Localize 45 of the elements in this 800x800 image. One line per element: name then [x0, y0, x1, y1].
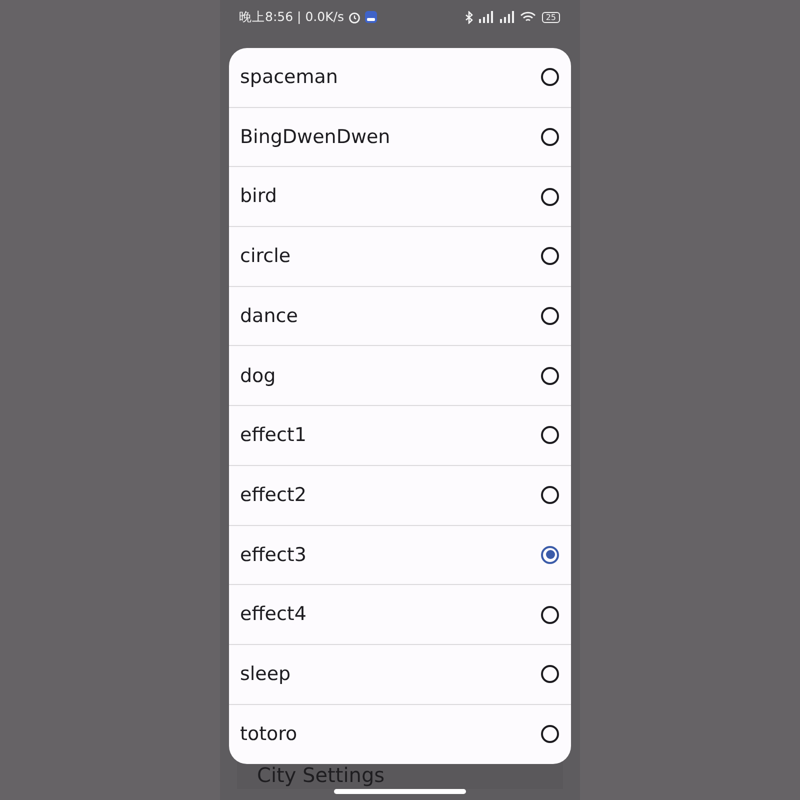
radio-button[interactable] — [541, 546, 559, 564]
option-label: dog — [240, 364, 276, 389]
radio-button[interactable] — [541, 188, 559, 206]
option-row[interactable]: effect3 — [229, 526, 571, 586]
radio-button[interactable] — [541, 247, 559, 266]
option-label: dance — [240, 304, 298, 329]
option-label: effect1 — [240, 423, 306, 448]
card-title: City Settings — [257, 763, 385, 787]
option-row[interactable]: dance — [229, 286, 571, 346]
battery-indicator: 25 — [542, 12, 560, 22]
status-time: 晚上8:56 | 0.0K/s — [239, 8, 344, 26]
option-row[interactable]: spaceman — [229, 48, 571, 108]
signal-icon — [478, 11, 495, 23]
option-row[interactable]: BingDwenDwen — [229, 108, 571, 168]
alarm-icon — [348, 10, 362, 24]
radio-button[interactable] — [541, 665, 559, 684]
radio-button[interactable] — [541, 307, 559, 326]
option-label: bird — [240, 184, 277, 210]
radio-button[interactable] — [541, 725, 559, 744]
radio-button[interactable] — [541, 366, 559, 385]
option-label: BingDwenDwen — [240, 124, 390, 150]
option-row[interactable]: dog — [229, 346, 571, 406]
radio-button[interactable] — [541, 426, 559, 444]
radio-button[interactable] — [541, 606, 559, 624]
option-label: circle — [240, 244, 291, 270]
option-row[interactable]: totoro — [229, 704, 571, 764]
option-label: effect4 — [240, 602, 306, 628]
radio-button[interactable] — [541, 128, 559, 146]
wifi-icon — [520, 11, 536, 23]
radio-button[interactable] — [541, 68, 559, 86]
option-row[interactable]: effect1 — [229, 406, 571, 466]
option-row[interactable]: sleep — [229, 644, 571, 705]
signal-icon — [498, 11, 516, 23]
option-label: spaceman — [240, 65, 338, 90]
app-icon — [365, 11, 378, 23]
bluetooth-icon — [464, 10, 474, 24]
option-label: effect3 — [240, 542, 306, 568]
option-label: sleep — [240, 662, 291, 687]
radio-button[interactable] — [541, 486, 559, 504]
option-row[interactable]: bird — [229, 167, 571, 228]
option-row[interactable]: effect4 — [229, 585, 571, 645]
option-row[interactable]: circle — [229, 227, 571, 287]
option-row[interactable]: effect2 — [229, 466, 571, 526]
option-label: effect2 — [240, 482, 306, 508]
option-label: totoro — [240, 722, 298, 748]
